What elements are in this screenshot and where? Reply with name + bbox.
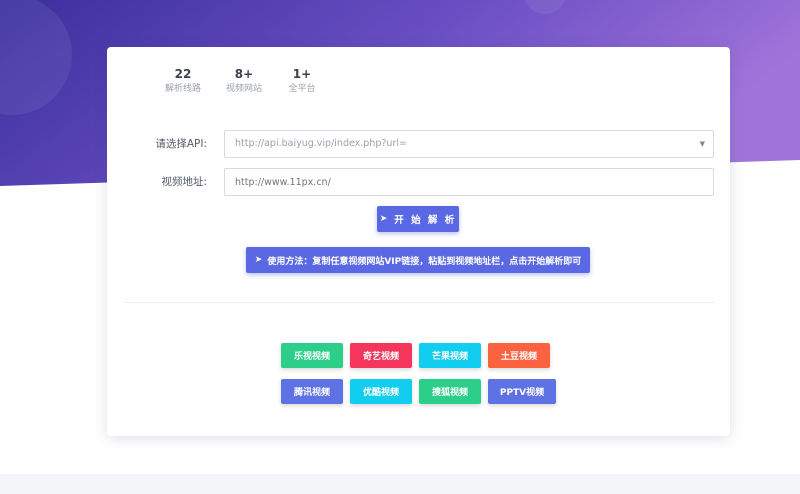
paper-plane-icon: ➤	[379, 214, 390, 224]
stat-label: 全平台	[288, 84, 316, 94]
footer-strip	[0, 474, 800, 494]
start-parse-button[interactable]: ➤ 开 始 解 析	[377, 206, 459, 232]
site-button-pptv[interactable]: PPTV视频	[488, 379, 556, 404]
stat-value: 1+	[292, 67, 312, 81]
site-button-tudou[interactable]: 土豆视频	[488, 343, 550, 368]
site-button-letv[interactable]: 乐视视频	[281, 343, 343, 368]
usage-instructions-label: 使用方法：复制任意视频网站VIP链接，粘贴到视频地址栏，点击开始解析即可	[267, 256, 582, 267]
api-select-value: http://api.baiyug.vip/index.php?url=	[235, 138, 407, 149]
stat-value: 8+	[234, 67, 254, 81]
site-button-sohu[interactable]: 搜狐视频	[419, 379, 481, 404]
site-button-iqiyi[interactable]: 奇艺视频	[350, 343, 412, 368]
stat-label: 解析线路	[164, 84, 201, 94]
stat-platforms: 1+ 全平台	[272, 67, 332, 95]
api-label: 请选择API:	[155, 138, 207, 150]
caret-down-icon: ▼	[699, 140, 705, 148]
site-button-mango[interactable]: 芒果视频	[419, 343, 481, 368]
site-button-youku[interactable]: 优酷视频	[350, 379, 412, 404]
stat-routes: 22 解析线路	[153, 67, 213, 95]
url-label: 视频地址:	[161, 176, 207, 188]
usage-instructions-button[interactable]: ➤ 使用方法：复制任意视频网站VIP链接，粘贴到视频地址栏，点击开始解析即可	[246, 247, 590, 273]
video-url-input[interactable]	[224, 168, 714, 196]
site-button-tencent[interactable]: 腾讯视频	[281, 379, 343, 404]
api-select[interactable]: http://api.baiyug.vip/index.php?url= ▼	[224, 130, 714, 158]
start-parse-label: 开 始 解 析	[394, 215, 457, 226]
divider	[123, 302, 714, 303]
stat-label: 视频网站	[225, 84, 262, 94]
stat-value: 22	[174, 67, 192, 81]
parser-card: 22 解析线路 8+ 视频网站 1+ 全平台 请选择API: http://ap…	[107, 47, 730, 436]
stat-sites: 8+ 视频网站	[214, 67, 274, 95]
paper-plane-icon: ➤	[254, 255, 263, 265]
